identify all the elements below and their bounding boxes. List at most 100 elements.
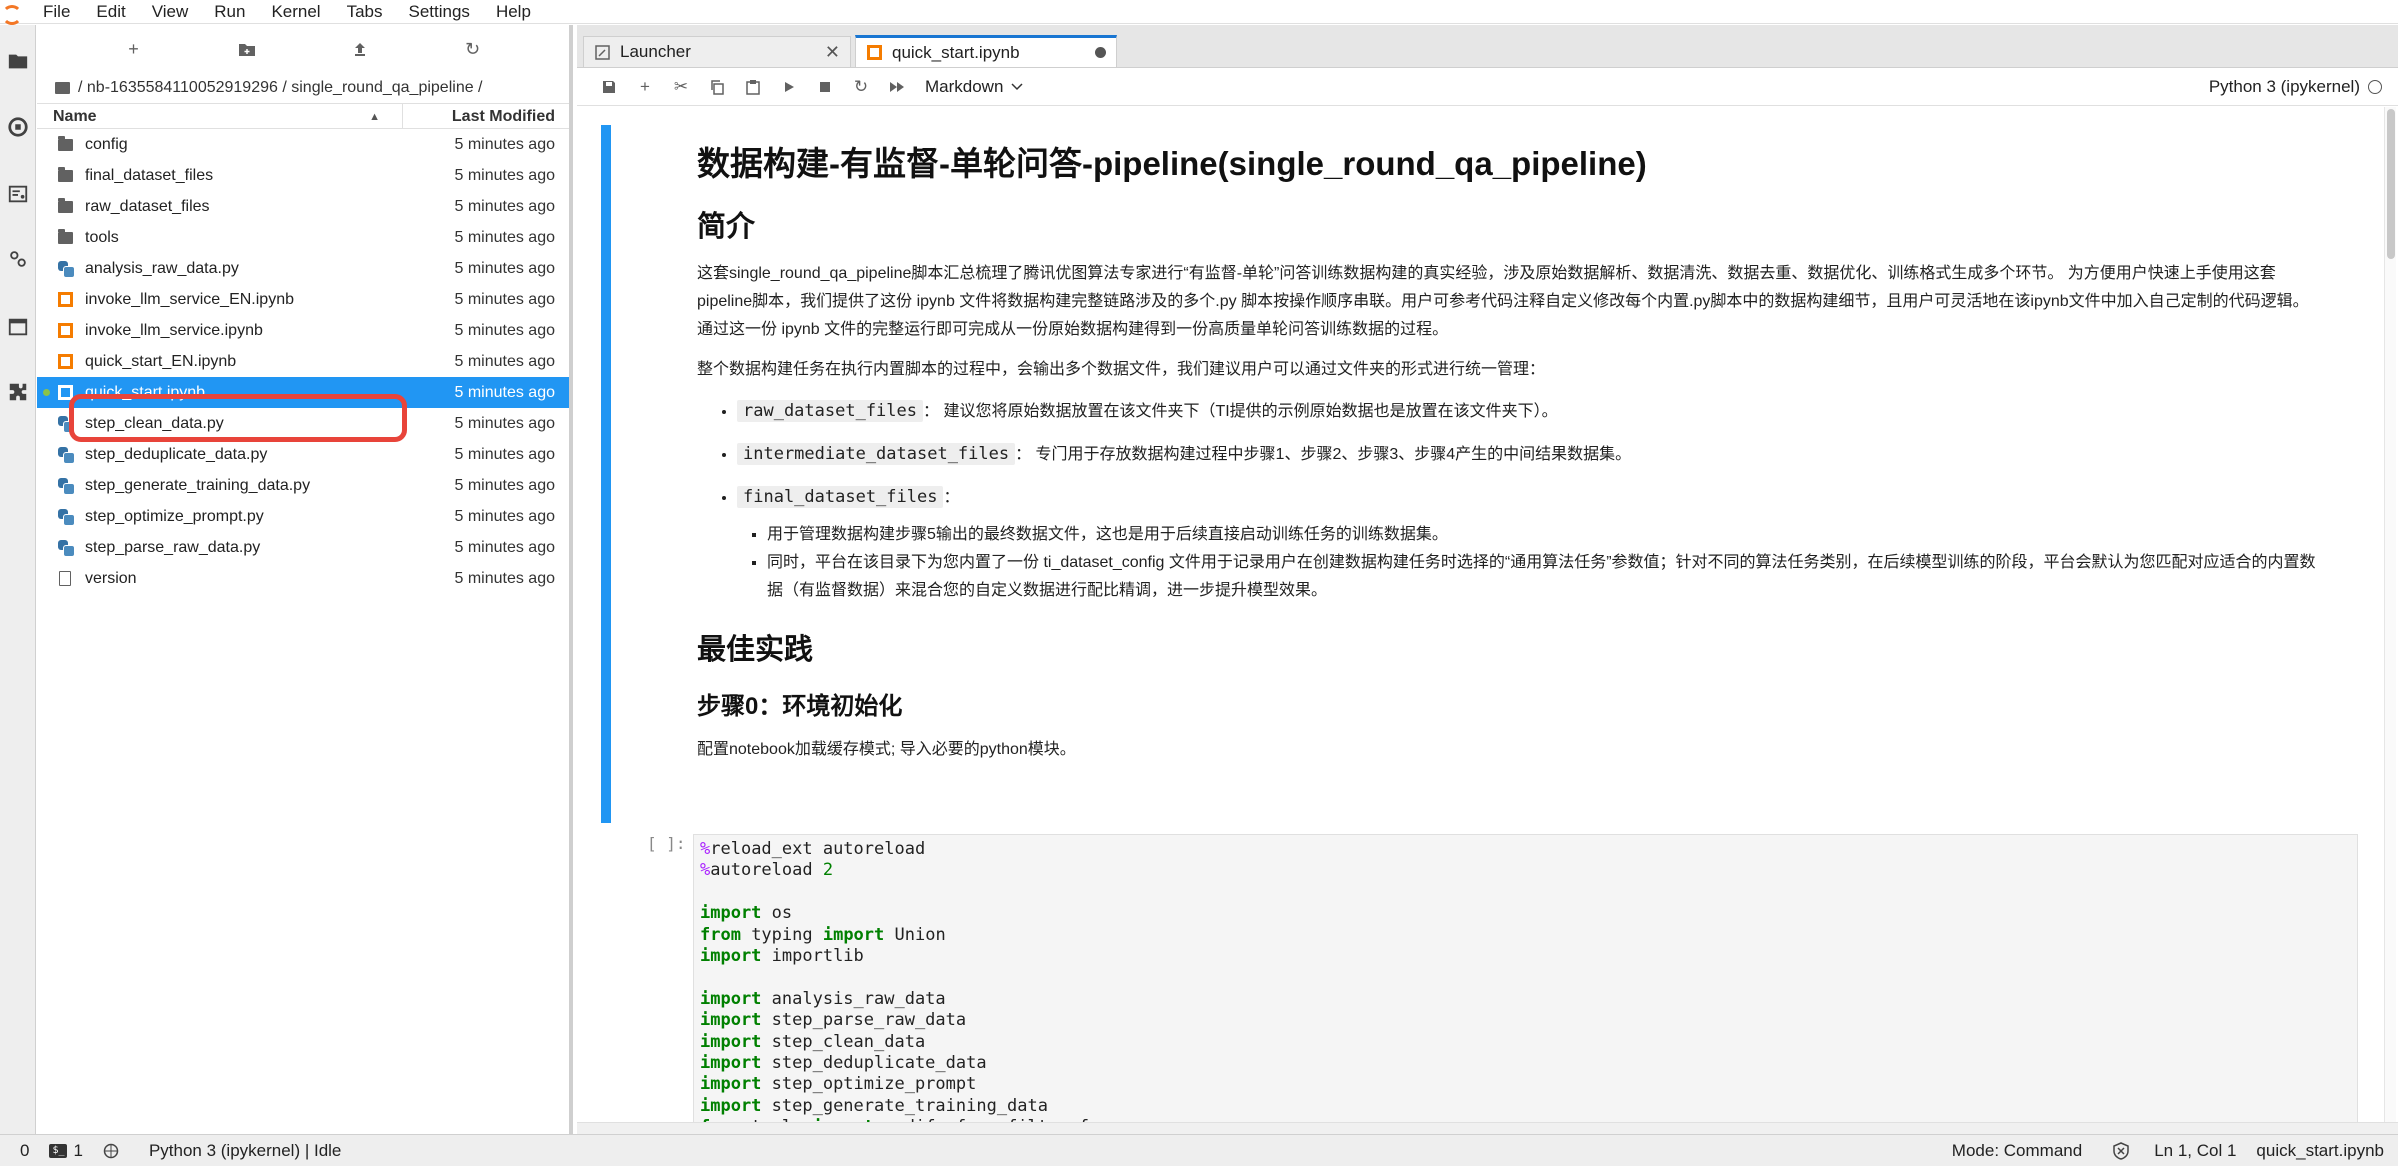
cursor-position[interactable]: Ln 1, Col 1 bbox=[2140, 1141, 2246, 1161]
menu-file[interactable]: File bbox=[30, 0, 83, 24]
kernel-status[interactable]: Python 3 (ipykernel) | Idle bbox=[129, 1141, 351, 1161]
file-row[interactable]: version 5 minutes ago bbox=[37, 563, 569, 594]
running-kernels-icon[interactable] bbox=[6, 115, 30, 139]
copy-icon[interactable] bbox=[699, 73, 735, 101]
file-row[interactable]: step_clean_data.py 5 minutes ago bbox=[37, 408, 569, 439]
sub-list-item: 同时，平台在该目录下为您内置了一份 ti_dataset_config 文件用于… bbox=[767, 549, 2317, 605]
menu-settings[interactable]: Settings bbox=[396, 0, 483, 24]
property-inspector-icon[interactable] bbox=[6, 247, 30, 271]
status-count[interactable]: 0 bbox=[0, 1141, 39, 1161]
restart-icon[interactable]: ↻ bbox=[843, 73, 879, 101]
python-file-icon bbox=[57, 509, 75, 526]
vertical-scrollbar[interactable] bbox=[2384, 107, 2396, 1134]
menu-help[interactable]: Help bbox=[483, 0, 544, 24]
tab-launcher-label: Launcher bbox=[620, 42, 691, 61]
fast-forward-icon[interactable] bbox=[879, 73, 915, 101]
cut-icon[interactable]: ✂ bbox=[663, 73, 699, 101]
file-row[interactable]: analysis_raw_data.py 5 minutes ago bbox=[37, 253, 569, 284]
notebook-icon bbox=[866, 45, 882, 61]
list-item-text: ： 建议您将原始数据放置在该文件夹下（TI提供的示例原始数据也是放置在该文件夹下… bbox=[923, 403, 1558, 421]
sort-ascending-icon: ▲ bbox=[369, 111, 380, 123]
python-file-icon bbox=[57, 261, 75, 278]
horizontal-scrollbar[interactable] bbox=[577, 1122, 2398, 1134]
terminal-count: 1 bbox=[73, 1140, 83, 1160]
code-editor[interactable]: %reload_ext autoreload %autoreload 2 imp… bbox=[693, 834, 2358, 1134]
menu-edit[interactable]: Edit bbox=[83, 0, 138, 24]
file-name: raw_dataset_files bbox=[85, 197, 210, 215]
column-last-modified[interactable]: Last Modified bbox=[403, 104, 569, 128]
run-icon[interactable] bbox=[771, 73, 807, 101]
file-name: config bbox=[85, 135, 128, 153]
cell-type-value: Markdown bbox=[925, 76, 1004, 96]
menu-run[interactable]: Run bbox=[201, 0, 258, 24]
new-folder-icon[interactable] bbox=[235, 37, 259, 61]
unsaved-indicator-icon[interactable] bbox=[1095, 47, 1106, 58]
extensions-icon[interactable] bbox=[6, 380, 30, 404]
column-name-label: Name bbox=[53, 108, 97, 125]
folder-icon bbox=[57, 135, 73, 153]
notebook-icon bbox=[57, 323, 73, 339]
tabs-icon[interactable] bbox=[6, 315, 30, 339]
tab-launcher[interactable]: Launcher ✕ bbox=[583, 36, 851, 67]
python-file-icon bbox=[57, 478, 75, 495]
kernel-status-icon[interactable] bbox=[93, 1143, 129, 1159]
file-name: step_clean_data.py bbox=[85, 414, 224, 432]
file-modified: 5 minutes ago bbox=[454, 135, 555, 153]
breadcrumb[interactable]: / nb-1635584110052919296 / single_round_… bbox=[37, 73, 569, 103]
file-row[interactable]: final_dataset_files 5 minutes ago bbox=[37, 160, 569, 191]
git-icon[interactable] bbox=[6, 182, 30, 206]
stop-icon[interactable] bbox=[807, 73, 843, 101]
file-row[interactable]: invoke_llm_service_EN.ipynb 5 minutes ago bbox=[37, 284, 569, 315]
file-row[interactable]: invoke_llm_service.ipynb 5 minutes ago bbox=[37, 315, 569, 346]
folder-paragraph: 整个数据构建任务在执行内置脚本的过程中，会输出多个数据文件，我们建议用户可以通过… bbox=[697, 361, 1546, 379]
add-cell-icon[interactable]: + bbox=[627, 73, 663, 101]
file-row[interactable]: quick_start_EN.ipynb 5 minutes ago bbox=[37, 346, 569, 377]
file-name: analysis_raw_data.py bbox=[85, 259, 239, 277]
menu-kernel[interactable]: Kernel bbox=[258, 0, 333, 24]
trusted-icon[interactable] bbox=[2102, 1141, 2140, 1160]
scrollbar-thumb[interactable] bbox=[2387, 109, 2395, 259]
mode-indicator[interactable]: Mode: Command bbox=[1942, 1141, 2102, 1161]
file-row[interactable]: quick_start.ipynb 5 minutes ago bbox=[37, 377, 569, 408]
file-name: step_parse_raw_data.py bbox=[85, 538, 261, 556]
python-file-icon bbox=[57, 540, 75, 557]
markdown-cell[interactable]: 数据构建-有监督-单轮问答-pipeline(single_round_qa_p… bbox=[697, 127, 2317, 776]
file-modified: 5 minutes ago bbox=[454, 259, 555, 277]
file-name: step_optimize_prompt.py bbox=[85, 507, 264, 525]
menu-view[interactable]: View bbox=[139, 0, 202, 24]
file-row[interactable]: step_optimize_prompt.py 5 minutes ago bbox=[37, 501, 569, 532]
file-name: invoke_llm_service.ipynb bbox=[85, 321, 263, 339]
file-row[interactable]: tools 5 minutes ago bbox=[37, 222, 569, 253]
kernel-indicator[interactable]: Python 3 (ipykernel) bbox=[2209, 68, 2382, 106]
new-launcher-icon[interactable]: + bbox=[122, 37, 146, 61]
file-row[interactable]: step_generate_training_data.py 5 minutes … bbox=[37, 470, 569, 501]
sub-list-item: 用于管理数据构建步骤5输出的最终数据文件，这也是用于后续直接启动训练任务的训练数… bbox=[767, 521, 2317, 549]
cell-prompt: [ ]: bbox=[647, 834, 686, 853]
file-name: quick_start.ipynb bbox=[85, 383, 206, 401]
column-name[interactable]: Name ▲ bbox=[37, 104, 403, 128]
menu-tabs[interactable]: Tabs bbox=[334, 0, 396, 24]
file-row[interactable]: step_deduplicate_data.py 5 minutes ago bbox=[37, 439, 569, 470]
file-list: config 5 minutes ago final_dataset_files 5 … bbox=[37, 129, 569, 594]
file-row[interactable]: config 5 minutes ago bbox=[37, 129, 569, 160]
cell-type-select[interactable]: Markdown bbox=[925, 77, 1023, 97]
main-area: Launcher ✕ quick_start.ipynb + ✂ ↻ Markd… bbox=[577, 25, 2398, 1134]
file-row[interactable]: step_parse_raw_data.py 5 minutes ago bbox=[37, 532, 569, 563]
tab-notebook[interactable]: quick_start.ipynb bbox=[855, 35, 1117, 67]
terminal-status[interactable]: $_ 1 bbox=[39, 1141, 92, 1161]
file-row[interactable]: raw_dataset_files 5 minutes ago bbox=[37, 191, 569, 222]
refresh-icon[interactable]: ↻ bbox=[461, 37, 485, 61]
active-cell-indicator[interactable] bbox=[601, 125, 611, 823]
code-final-dataset-files: final_dataset_files bbox=[737, 486, 944, 509]
heading-step0: 步骤0：环境初始化 bbox=[697, 692, 903, 720]
tab-notebook-label: quick_start.ipynb bbox=[892, 42, 1020, 62]
save-icon[interactable] bbox=[591, 73, 627, 101]
paste-icon[interactable] bbox=[735, 73, 771, 101]
close-icon[interactable]: ✕ bbox=[825, 42, 840, 63]
list-item: final_dataset_files： 用于管理数据构建步骤5输出的最终数据文… bbox=[737, 482, 2317, 605]
folder-icon bbox=[57, 166, 73, 184]
upload-icon[interactable] bbox=[348, 37, 372, 61]
folder-icon bbox=[55, 82, 70, 94]
file-browser-icon[interactable] bbox=[6, 49, 30, 73]
file-name: version bbox=[85, 569, 137, 587]
